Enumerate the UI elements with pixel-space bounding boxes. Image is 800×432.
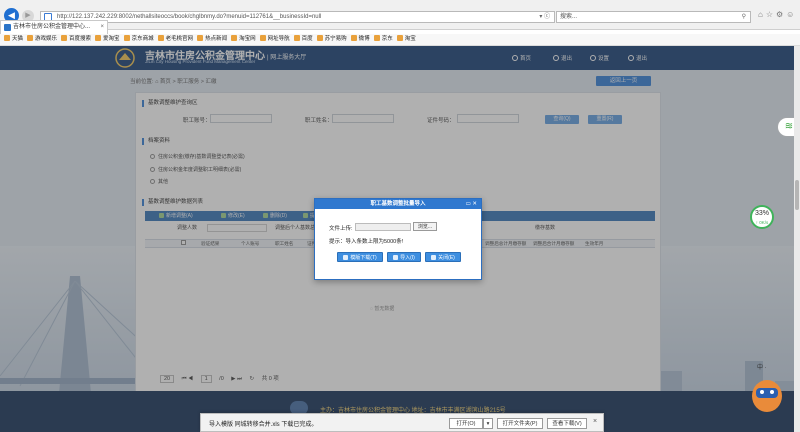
import-hint: 提示：导入条数上限为5000条! (329, 239, 404, 245)
favorite-icon (350, 35, 357, 41)
import-icon (393, 255, 399, 260)
favorite-icon (27, 35, 34, 41)
maximize-icon[interactable]: ▭ (466, 201, 471, 207)
view-downloads-button[interactable]: 查看下载(V) (547, 418, 587, 429)
browser-tab[interactable]: 吉林市住房公积金管理中心... × (0, 20, 108, 34)
search-icon[interactable]: ⚲ (742, 12, 746, 22)
favorite-icon (316, 35, 323, 41)
url-dropdown-refresh[interactable]: ▾ ⓒ (539, 12, 550, 22)
scrollbar-thumb[interactable] (795, 180, 799, 210)
search-input[interactable]: 搜索... ⚲ (556, 11, 751, 23)
tab-favicon-icon (4, 24, 11, 31)
dialog-window-controls: ▭ ✕ (466, 199, 477, 209)
dialog-close-button[interactable]: 关闭(E) (425, 252, 461, 262)
favorite-link[interactable]: 百度搜索 (61, 34, 91, 45)
template-download-button[interactable]: 模版下载(T) (337, 252, 383, 262)
favorite-icon (373, 35, 380, 41)
favorite-link[interactable]: 天猫 (4, 34, 23, 45)
url-input[interactable]: http://122.137.242.229:8002/nethallsiteo… (40, 11, 555, 23)
favorite-link[interactable]: 游戏娱乐 (27, 34, 57, 45)
dialog-title: 职工基数调整批量导入 (315, 199, 481, 209)
download-icon (343, 255, 349, 260)
close-icon[interactable]: × (593, 418, 597, 425)
page-scrollbar[interactable] (794, 46, 800, 432)
favorite-icon (231, 35, 238, 41)
favorite-link[interactable]: 百度 (293, 34, 313, 45)
browse-button[interactable]: 浏览... (413, 222, 437, 231)
browser-toolbar-icons[interactable]: ⌂☆⚙☺ (758, 10, 797, 19)
favorite-link[interactable]: 苏宁易购 (316, 34, 347, 45)
open-folder-button[interactable]: 打开文件夹(P) (497, 418, 543, 429)
browser-address-bar: ◀ ▶ http://122.137.242.229:8002/nethalls… (0, 0, 800, 30)
close-icon (431, 255, 437, 260)
file-path-field[interactable] (355, 223, 411, 231)
favorite-link[interactable]: 网址导航 (259, 34, 290, 45)
import-button[interactable]: 导入(I) (387, 252, 421, 262)
favorite-icon (123, 35, 130, 41)
favorite-icon (293, 35, 300, 41)
open-dropdown-icon[interactable]: ▾ (483, 418, 493, 429)
favorite-icon (396, 35, 403, 41)
favorite-icon (61, 35, 68, 41)
favorite-link[interactable]: 热点新闻 (197, 34, 227, 45)
download-notification: 导入模版 同城转移合并.xls 下载已完成。 打开(O) ▾ 打开文件夹(P) … (200, 413, 604, 432)
favorite-link[interactable]: 淘宝网 (231, 34, 256, 45)
network-speed-gauge[interactable]: 33% ↑ 0K/s (750, 205, 774, 229)
favorite-link[interactable]: 爱淘宝 (95, 34, 120, 45)
favorite-icon (259, 35, 266, 41)
download-message: 导入模版 同城转移合并.xls 下载已完成。 (209, 422, 318, 428)
import-dialog: 职工基数调整批量导入 ▭ ✕ 文件上传: 浏览... 提示：导入条数上限为500… (314, 198, 482, 280)
favorite-link[interactable]: 京东商城 (123, 34, 154, 45)
favorite-icon (197, 35, 204, 41)
favorite-link[interactable]: 淘宝 (396, 34, 416, 45)
close-icon[interactable]: × (100, 21, 104, 34)
upload-label: 文件上传: (329, 226, 353, 232)
favorite-link[interactable]: 老毛桃官网 (157, 34, 193, 45)
favorites-bar: 天猫 游戏娱乐 百度搜索 爱淘宝 京东商城 老毛桃官网 热点新闻 淘宝网 网址导航 百度 苏宁易购微… (0, 34, 800, 46)
assistant-mascot-icon[interactable] (748, 370, 786, 414)
close-icon[interactable]: ✕ (472, 201, 477, 207)
favorite-icon (4, 35, 10, 41)
favorite-link[interactable]: 京东 (373, 34, 393, 45)
favorite-link[interactable]: 微博 (350, 34, 370, 45)
favorite-icon (95, 35, 102, 41)
favorite-icon (157, 35, 164, 41)
open-file-button[interactable]: 打开(O) (449, 418, 483, 429)
